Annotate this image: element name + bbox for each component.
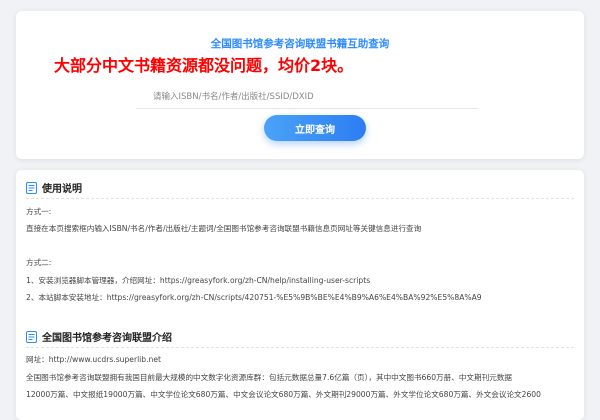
method2-label: 方式二: <box>26 258 52 267</box>
promo-banner-text: 大部分中文书籍资源都没问题，均价2块。 <box>54 56 354 75</box>
usage-heading: 使用说明 <box>42 184 82 195</box>
section-divider <box>26 347 574 348</box>
method2-step1: 1、安装浏览器脚本管理器，介绍网址：https://greasyfork.org… <box>26 276 371 285</box>
section-divider <box>26 198 574 199</box>
usage-section-header: 使用说明 <box>26 180 82 195</box>
search-button[interactable]: 立即查询 <box>264 115 366 141</box>
intro-url: 网址：http://www.ucdrs.superlib.net <box>26 355 161 364</box>
info-panel: 使用说明 方式一: 直接在本页搜索框内输入ISBN/书名/作者/出版社/主题词/… <box>16 170 584 420</box>
search-panel: 全国图书馆参考咨询联盟书籍互助查询 大部分中文书籍资源都没问题，均价2块。 立即… <box>16 11 584 159</box>
intro-section-header: 全国图书馆参考咨询联盟介绍 <box>26 329 172 344</box>
intro-desc-line1: 全国图书馆参考咨询联盟拥有我国目前最大规模的中文数字化资源库群：包括元数据总量7… <box>26 373 512 382</box>
method2-step2: 2、本站脚本安装地址：https://greasyfork.org/zh-CN/… <box>26 293 482 302</box>
page-title: 全国图书馆参考咨询联盟书籍互助查询 <box>210 38 390 50</box>
intro-desc-line2: 12000万篇、中文报纸19000万篇、中文学位论文680万篇、中文会议论文68… <box>26 390 541 399</box>
document-icon <box>26 181 37 194</box>
method1-text: 直接在本页搜索框内输入ISBN/书名/作者/出版社/主题词/全国图书馆参考咨询联… <box>26 224 422 233</box>
search-input[interactable] <box>136 85 478 109</box>
document-icon <box>26 330 37 343</box>
intro-heading: 全国图书馆参考咨询联盟介绍 <box>42 333 172 344</box>
method1-label: 方式一: <box>26 207 52 216</box>
